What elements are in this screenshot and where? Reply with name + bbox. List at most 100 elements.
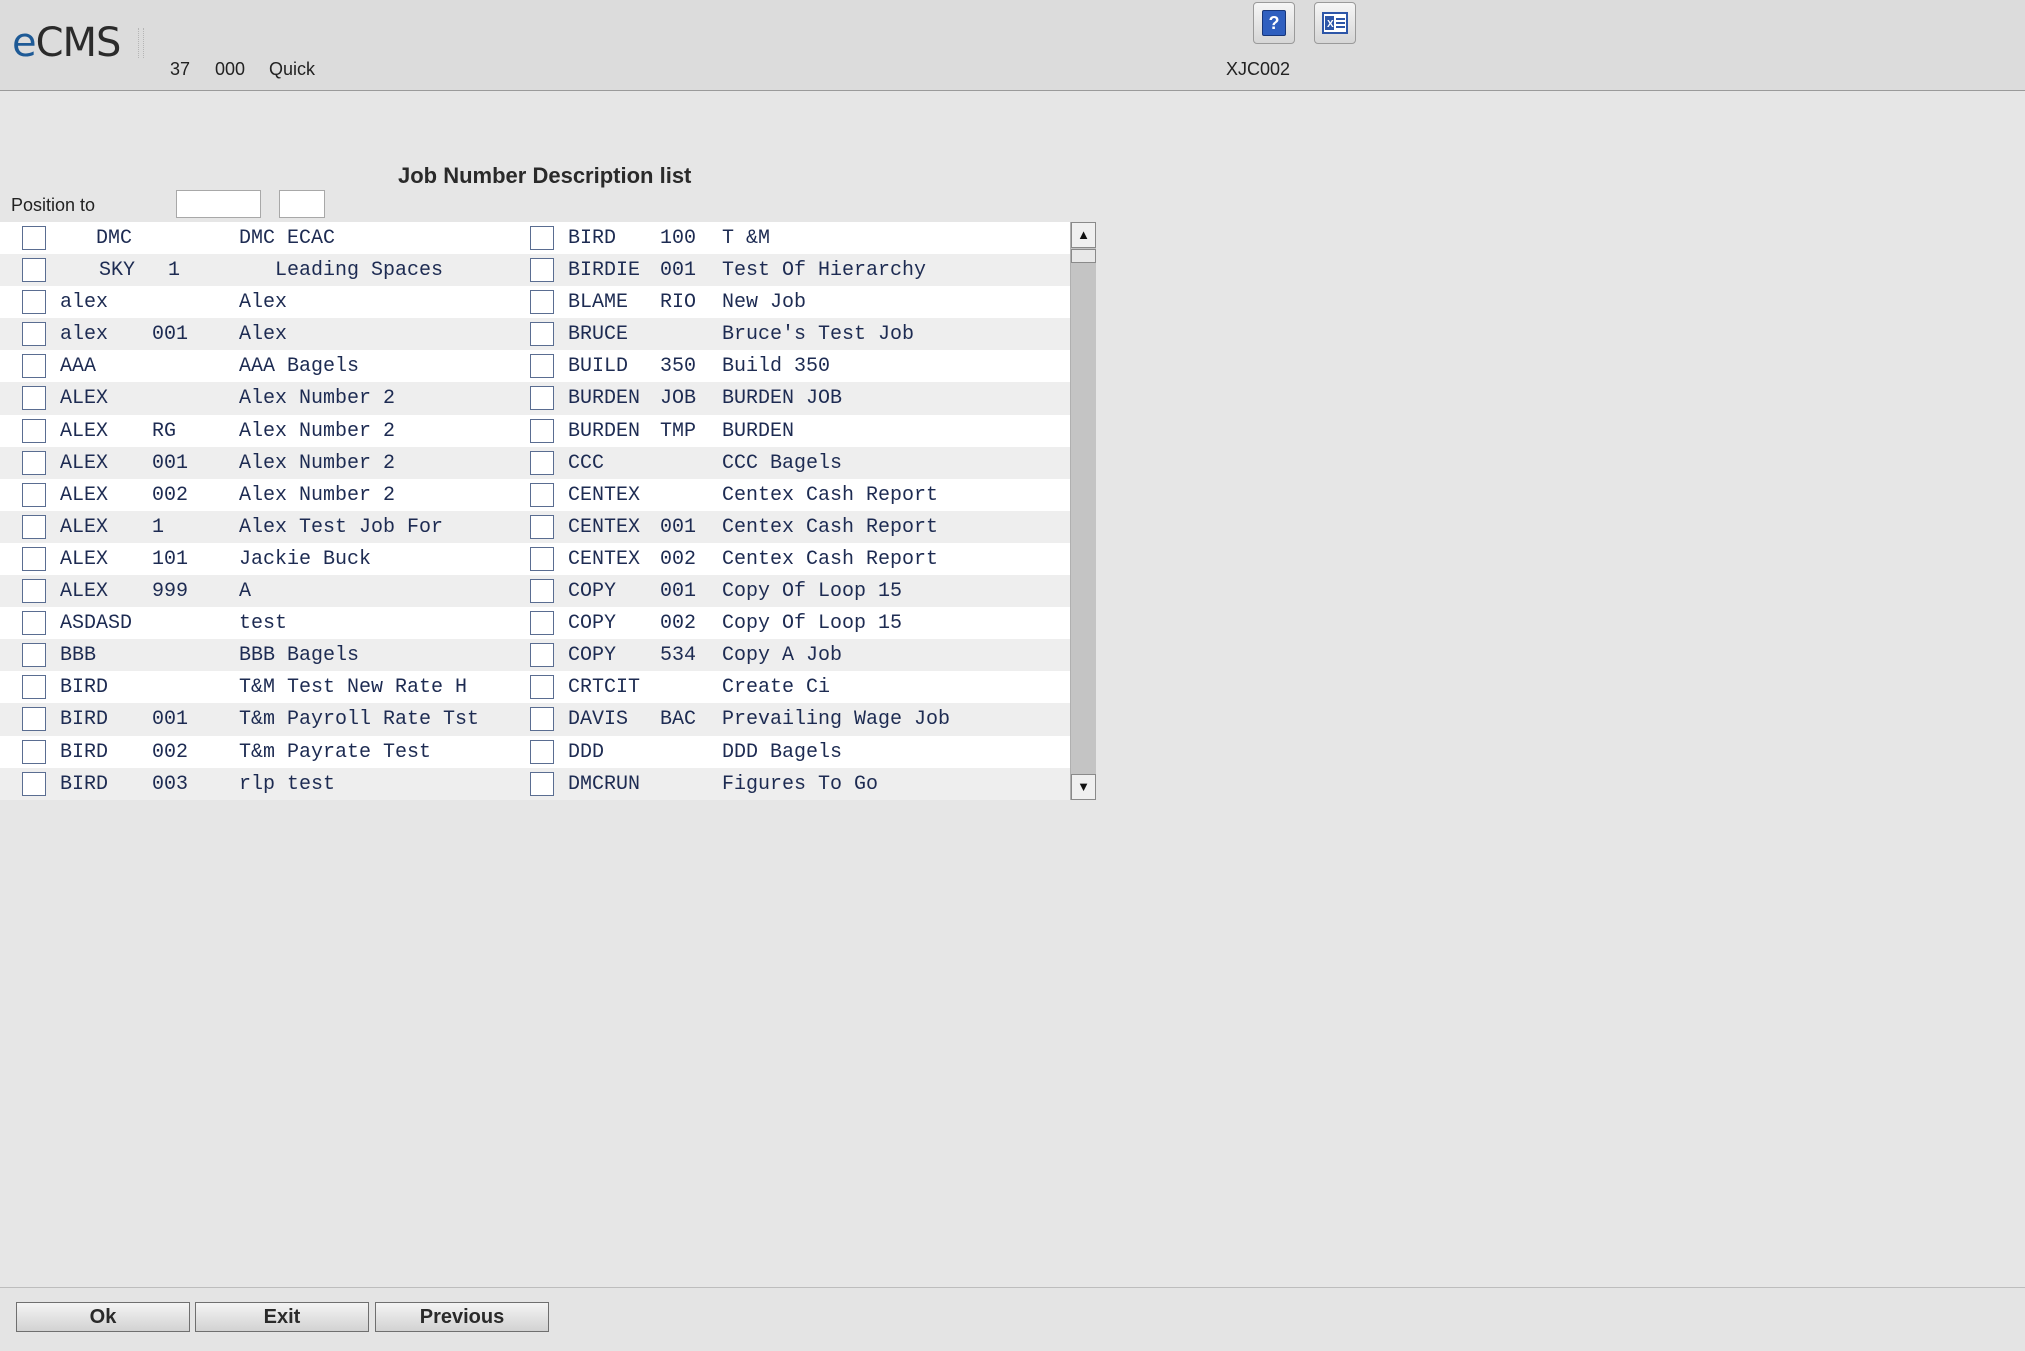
row-select-checkbox[interactable] (22, 482, 46, 507)
job-description: Bruce's Test Job (722, 323, 915, 347)
table-row: alex 001 Alex BRUCE Bruce's Test Job (0, 318, 1096, 351)
row-select-checkbox[interactable] (22, 450, 46, 475)
row-select-checkbox[interactable] (22, 546, 46, 571)
row-select-checkbox[interactable] (530, 771, 554, 796)
job-cell-right: CENTEX Centex Cash Report (508, 479, 1070, 511)
table-row: SKY 1 Leading Spaces BIRDIE 001 Test Of Hier… (0, 254, 1096, 287)
row-select-checkbox[interactable] (22, 258, 46, 283)
job-number: BIRD (60, 676, 109, 700)
row-select-checkbox[interactable] (530, 739, 554, 764)
row-select-checkbox[interactable] (22, 290, 46, 315)
row-select-checkbox[interactable] (22, 707, 46, 732)
job-cell-left: BBB BBB Bagels (0, 639, 508, 671)
row-select-checkbox[interactable] (22, 771, 46, 796)
job-description: Figures To Go (722, 772, 879, 796)
previous-button[interactable]: Previous (375, 1302, 549, 1332)
row-select-checkbox[interactable] (530, 258, 554, 283)
job-description: Build 350 (722, 355, 831, 379)
job-number: DAVIS (568, 708, 629, 732)
job-description: Test Of Hierarchy (722, 259, 927, 283)
row-select-checkbox[interactable] (530, 514, 554, 539)
job-cell-right: BIRD 100 T &M (508, 222, 1070, 254)
row-select-checkbox[interactable] (530, 546, 554, 571)
table-row: ALEX Alex Number 2 BURDEN JOB BURDEN JOB (0, 382, 1096, 415)
job-cell-left: BIRD 003 rlp test (0, 768, 508, 800)
job-number: BIRDIE (568, 259, 641, 283)
job-description: CCC Bagels (722, 451, 843, 475)
job-cell-left: ALEX RG Alex Number 2 (0, 415, 508, 447)
table-row: ALEX 999 A COPY 001 Copy Of Loop 15 (0, 575, 1096, 608)
job-description: T &M (722, 227, 771, 250)
job-cell-right: COPY 534 Copy A Job (508, 639, 1070, 671)
excel-export-button[interactable]: X (1314, 2, 1356, 44)
ok-button[interactable]: Ok (16, 1302, 190, 1332)
row-select-checkbox[interactable] (22, 418, 46, 443)
list-scrollbar[interactable]: ▲ ▼ (1070, 222, 1096, 800)
row-select-checkbox[interactable] (22, 514, 46, 539)
row-select-checkbox[interactable] (530, 643, 554, 668)
sub-job-number: JOB (660, 387, 697, 411)
job-description: Alex Number 2 (239, 419, 396, 443)
job-number: ALEX (60, 547, 109, 571)
table-row: AAA AAA Bagels BUILD 350 Build 350 (0, 350, 1096, 383)
row-select-checkbox[interactable] (22, 579, 46, 604)
job-cell-right: DMCRUN Figures To Go (508, 768, 1070, 800)
job-number: COPY (568, 612, 617, 636)
scroll-thumb[interactable] (1071, 249, 1096, 263)
sub-job-number: 350 (660, 355, 697, 379)
sub-job-number: RG (152, 419, 177, 443)
help-button[interactable]: ? (1253, 2, 1295, 44)
job-cell-right: BUILD 350 Build 350 (508, 350, 1070, 382)
row-select-checkbox[interactable] (22, 739, 46, 764)
job-description: Alex (239, 323, 288, 347)
position-to-label: Position to (11, 195, 96, 215)
job-cell-left: alex 001 Alex (0, 318, 508, 350)
job-cell-left: ALEX Alex Number 2 (0, 382, 508, 414)
exit-button[interactable]: Exit (195, 1302, 369, 1332)
row-select-checkbox[interactable] (22, 643, 46, 668)
row-select-checkbox[interactable] (530, 579, 554, 604)
position-subjob-input[interactable] (279, 190, 325, 218)
job-cell-right: BURDEN TMP BURDEN (508, 415, 1070, 447)
row-select-checkbox[interactable] (22, 226, 46, 250)
table-row: BIRD T&M Test New Rate H CRTCIT Create Ci (0, 671, 1096, 704)
scroll-down-icon[interactable]: ▼ (1071, 774, 1096, 800)
job-cell-right: CRTCIT Create Ci (508, 671, 1070, 703)
row-select-checkbox[interactable] (530, 386, 554, 411)
row-select-checkbox[interactable] (22, 611, 46, 636)
mode-label: Quick (269, 59, 316, 79)
job-cell-left: ALEX 1 Alex Test Job For (0, 511, 508, 543)
scroll-up-icon[interactable]: ▲ (1071, 222, 1096, 248)
ecms-logo: eCMS (12, 20, 121, 66)
job-number: BBB (60, 644, 97, 668)
job-description: BBB Bagels (239, 644, 360, 668)
sub-job-number: 999 (152, 580, 189, 604)
row-select-checkbox[interactable] (22, 322, 46, 347)
job-number: ALEX (60, 515, 109, 539)
row-select-checkbox[interactable] (22, 386, 46, 411)
row-select-checkbox[interactable] (530, 322, 554, 347)
job-description: Copy Of Loop 15 (722, 612, 903, 636)
row-select-checkbox[interactable] (530, 482, 554, 507)
row-select-checkbox[interactable] (530, 290, 554, 315)
job-number: BIRD (568, 227, 617, 250)
job-description: A (239, 580, 252, 604)
row-select-checkbox[interactable] (530, 354, 554, 379)
job-number: CENTEX (568, 483, 641, 507)
job-cell-left: BIRD 001 T&m Payroll Rate Tst (0, 703, 508, 735)
job-cell-right: COPY 002 Copy Of Loop 15 (508, 607, 1070, 639)
job-description: Alex Number 2 (239, 451, 396, 475)
row-select-checkbox[interactable] (530, 675, 554, 700)
sub-job-number: 001 (660, 515, 697, 539)
row-select-checkbox[interactable] (22, 354, 46, 379)
row-select-checkbox[interactable] (530, 226, 554, 250)
header-divider (138, 28, 144, 58)
footer-bar: Ok Exit Previous (0, 1287, 2025, 1351)
sub-job-number: TMP (660, 419, 697, 443)
row-select-checkbox[interactable] (530, 611, 554, 636)
row-select-checkbox[interactable] (530, 707, 554, 732)
position-job-input[interactable] (176, 190, 261, 218)
row-select-checkbox[interactable] (22, 675, 46, 700)
row-select-checkbox[interactable] (530, 418, 554, 443)
row-select-checkbox[interactable] (530, 450, 554, 475)
